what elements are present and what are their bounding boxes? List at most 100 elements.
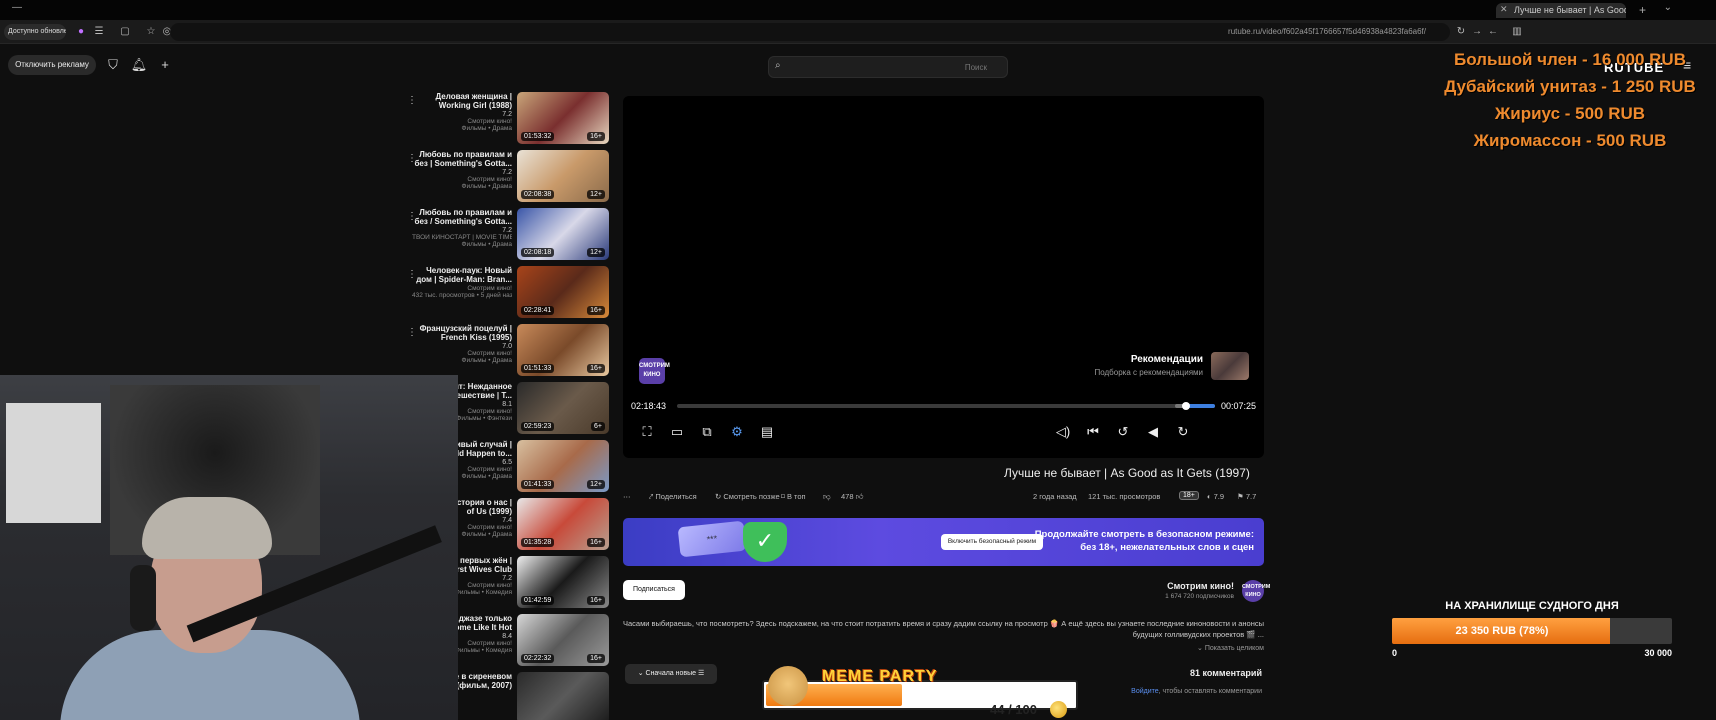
- recommendation-item[interactable]: ⋮ Человек-паук: Новый дом | Spider-Man: Br…: [400, 266, 612, 322]
- recommendation-title-line2[interactable]: Working Girl (1988): [412, 101, 512, 110]
- share-button[interactable]: ⤤ Поделиться: [649, 492, 697, 502]
- recommendation-title-line2[interactable]: без / Something's Gotta...: [412, 217, 513, 226]
- recommendation-channel[interactable]: ТВОЙ КИНОСТАРТ | MOVIE TIME CI...: [412, 234, 512, 241]
- search-icon[interactable]: ⌕: [775, 60, 781, 71]
- sort-comments-button[interactable]: ⌄ Сначала новые ☰: [625, 664, 717, 684]
- duration-badge: 02:08:38: [521, 190, 555, 199]
- extension-icon[interactable]: ●: [74, 25, 88, 39]
- recommendation-meta: Человек-паук: Новый дом | Spider-Man: Bra…: [412, 266, 512, 299]
- recommendation-thumbnail[interactable]: 01:51:33 16+: [517, 324, 609, 376]
- reload-icon[interactable]: ↻: [1454, 25, 1468, 39]
- recommendation-title-line1[interactable]: Любовь по правилам и: [412, 208, 512, 217]
- recommendation-title-line1[interactable]: Человек-паук: Новый: [412, 266, 512, 275]
- recommendation-channel[interactable]: Смотрим кино!: [412, 176, 512, 183]
- picture-in-picture-icon[interactable]: ⧉: [697, 422, 717, 442]
- coin-icon: [1050, 701, 1067, 718]
- recommendation-thumbnail[interactable]: 02:59:23 6+: [517, 382, 609, 434]
- recommendation-item[interactable]: ⋮ Любовь по правилам и без | Something's G…: [400, 150, 612, 206]
- rewind-10-icon[interactable]: ↺: [1113, 422, 1133, 442]
- recommendations-chip[interactable]: Рекомендации Подборка с рекомендациями: [1054, 352, 1249, 384]
- disable-ads-button[interactable]: Отключить рекламу: [8, 55, 96, 75]
- update-available-button[interactable]: Доступно обновление: [4, 24, 66, 40]
- kinopoisk-rating: ⚑ 7.7: [1237, 492, 1257, 501]
- minimize-icon[interactable]: —: [12, 2, 22, 13]
- like-button[interactable]: 478 👍︎: [841, 492, 863, 502]
- reading-list-icon[interactable]: ☰: [92, 25, 106, 39]
- forward-icon[interactable]: →: [1470, 25, 1484, 39]
- recommendation-item[interactable]: ⋮ Деловая женщина | Working Girl (1988) 7.2…: [400, 92, 612, 148]
- recommendation-thumbnail[interactable]: 02:08:38 12+: [517, 150, 609, 202]
- recommendation-title-line2[interactable]: без | Something's Gotta...: [412, 159, 512, 168]
- recommendation-thumbnail[interactable]: 01:41:33 12+: [517, 440, 609, 492]
- subscriber-count: 1 674 720 подписчиков: [1165, 593, 1234, 600]
- close-tab-icon[interactable]: ✕: [1500, 4, 1508, 15]
- previous-icon[interactable]: ⏮: [1083, 422, 1103, 442]
- age-badge: 12+: [587, 248, 605, 257]
- subscribe-button[interactable]: Подписаться: [623, 580, 685, 600]
- duration-badge: 02:59:23: [521, 422, 555, 431]
- more-actions-icon[interactable]: ⋯: [623, 492, 631, 501]
- back-icon[interactable]: ←: [1486, 25, 1500, 39]
- recommendation-thumbnail[interactable]: [517, 672, 609, 720]
- sidebar-icon[interactable]: ▥: [1510, 25, 1524, 39]
- video-player[interactable]: Рекомендации Подборка с рекомендациями С…: [623, 96, 1264, 458]
- recommendation-channel[interactable]: Смотрим кино!: [412, 118, 512, 125]
- recommendation-thumbnail[interactable]: 02:08:18 12+: [517, 208, 609, 260]
- settings-gear-icon[interactable]: ⚙: [727, 422, 747, 442]
- recommendation-title-line2[interactable]: French Kiss (1995): [412, 333, 512, 342]
- recommendation-title-line1[interactable]: Любовь по правилам и: [412, 150, 512, 159]
- donation-goal: Жиромассон - 500 RUB: [1473, 131, 1667, 150]
- enable-safe-mode-button[interactable]: Включить безопасный режим: [941, 534, 1043, 550]
- recommendation-title-line2[interactable]: дом | Spider-Man: Bran...: [412, 275, 512, 284]
- duration-badge: 02:28:41: [521, 306, 555, 315]
- recommendation-item[interactable]: ⋮ Любовь по правилам и без / Something's G…: [400, 208, 612, 264]
- donation-goal: Дубайский унитаз - 1 250 RUB: [1444, 77, 1696, 96]
- fullscreen-icon[interactable]: ⛶: [637, 422, 657, 442]
- add-icon[interactable]: +: [156, 56, 174, 74]
- shield-icon[interactable]: ⛉: [104, 56, 122, 74]
- recommendation-channel[interactable]: Смотрим кино!: [412, 285, 512, 292]
- seek-handle[interactable]: [1181, 402, 1190, 410]
- show-full-label: Показать целиком: [1204, 645, 1264, 652]
- kinopoisk-rating-value: 7.7: [1245, 492, 1257, 501]
- subtitles-icon[interactable]: ▤: [757, 422, 777, 442]
- watch-later-button[interactable]: ↻ Смотреть позже: [715, 492, 780, 501]
- copy-icon[interactable]: ▢: [118, 25, 132, 39]
- play-icon[interactable]: ◀: [1143, 422, 1163, 442]
- login-link[interactable]: Войдите: [1131, 688, 1159, 695]
- streamer-hair: [142, 497, 272, 559]
- recommendation-channel[interactable]: Смотрим кино!: [412, 350, 512, 357]
- password-card-illustration: ***: [677, 520, 747, 558]
- new-tab-icon[interactable]: +: [1639, 3, 1646, 17]
- recommendation-thumbnail[interactable]: 02:28:41 16+: [517, 266, 609, 318]
- browser-tab[interactable]: ✕ Лучше не бывает | As Good a...: [1496, 3, 1626, 18]
- recommendation-title-line1[interactable]: Деловая женщина |: [412, 92, 512, 101]
- recommendation-thumbnail[interactable]: 02:22:32 16+: [517, 614, 609, 666]
- wall-poster: [6, 403, 101, 523]
- recommendation-thumbnail[interactable]: 01:42:59 16+: [517, 556, 609, 608]
- duration-badge: 02:22:32: [521, 654, 555, 663]
- tab-search-icon[interactable]: ⌄: [1664, 2, 1672, 13]
- duration-badge: 01:51:33: [521, 364, 555, 373]
- recommendation-genre: Фильмы • Драма: [461, 241, 513, 248]
- recommendation-thumbnail[interactable]: 01:35:28 16+: [517, 498, 609, 550]
- volume-icon[interactable]: ◁): [1053, 422, 1073, 442]
- theater-mode-icon[interactable]: ▭: [667, 422, 687, 442]
- seek-bar[interactable]: [677, 402, 1215, 410]
- dislike-icon[interactable]: 👎︎: [823, 492, 831, 502]
- duration-badge: 01:53:32: [521, 132, 555, 141]
- show-full-link[interactable]: ⌄ Показать целиком: [623, 643, 1264, 654]
- channel-name[interactable]: Смотрим кино!: [1167, 581, 1234, 591]
- video-stats-row: ⋯ ⤤ Поделиться ↻ Смотреть позже ⌑ В топ …: [623, 490, 1264, 506]
- donation-goal: Жириус - 500 RUB: [1494, 104, 1646, 123]
- search-input[interactable]: [793, 59, 987, 75]
- recommendation-thumbnail[interactable]: 01:53:32 16+: [517, 92, 609, 144]
- recommendation-title-line1[interactable]: Французский поцелуй |: [412, 324, 512, 333]
- recommendation-item[interactable]: ⋮ Французский поцелуй | French Kiss (1995)…: [400, 324, 612, 380]
- address-bar[interactable]: rutube.ru/video/f602a45f1766657f5d46938a…: [170, 23, 1450, 41]
- bookmark-star-icon[interactable]: ☆: [144, 25, 158, 39]
- notifications-bell-icon[interactable]: 🔔︎: [130, 56, 148, 74]
- forward-10-icon[interactable]: ↻: [1173, 422, 1193, 442]
- channel-avatar[interactable]: СМОТРИМ КИНО: [1242, 580, 1270, 602]
- favorite-button[interactable]: ⌑ В топ: [781, 492, 806, 501]
